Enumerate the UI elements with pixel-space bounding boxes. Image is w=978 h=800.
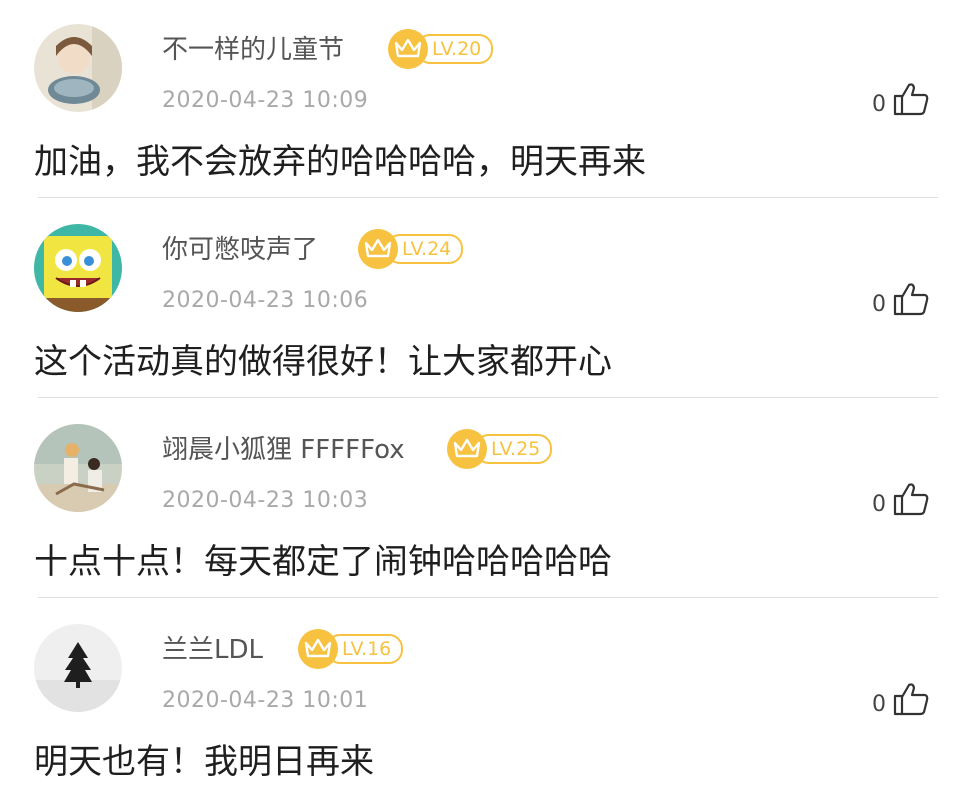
timestamp: 2020-04-23 10:06 <box>162 288 369 313</box>
comment-text: 十点十点！每天都定了闹钟哈哈哈哈哈 <box>34 542 612 582</box>
divider <box>38 597 938 598</box>
like-button[interactable]: 0 <box>872 478 930 518</box>
like-button[interactable]: 0 <box>872 78 930 118</box>
username[interactable]: 翊晨小狐狸 FFFFFox <box>162 432 405 468</box>
comment-text: 加油，我不会放弃的哈哈哈哈，明天再来 <box>34 142 646 182</box>
thumbs-up-icon <box>893 283 929 316</box>
divider <box>38 397 938 398</box>
like-count: 0 <box>872 292 886 317</box>
thumbs-up-icon <box>893 483 929 516</box>
like-count: 0 <box>872 492 886 517</box>
comment-text: 这个活动真的做得很好！让大家都开心 <box>34 342 612 382</box>
thumbs-up-icon <box>893 83 929 116</box>
username[interactable]: 兰兰LDL <box>162 632 263 668</box>
timestamp: 2020-04-23 10:01 <box>162 688 369 713</box>
level-badge: LV.24 <box>358 229 464 269</box>
avatar[interactable] <box>34 224 122 312</box>
comment-item: 你可憋吱声了 LV.24 2020-04-23 10:06 0 这个活动真的做得… <box>0 200 978 400</box>
username[interactable]: 不一样的儿童节 <box>162 32 344 68</box>
level-badge: LV.25 <box>447 429 553 469</box>
avatar[interactable] <box>34 624 122 712</box>
crown-icon <box>388 29 428 69</box>
divider <box>38 197 938 198</box>
crown-icon <box>447 429 487 469</box>
crown-icon <box>358 229 398 269</box>
thumbs-up-icon <box>893 683 929 716</box>
comment-text: 明天也有！我明日再来 <box>34 742 374 782</box>
like-count: 0 <box>872 692 886 717</box>
avatar[interactable] <box>34 24 122 112</box>
level-badge: LV.16 <box>298 629 404 669</box>
timestamp: 2020-04-23 10:09 <box>162 88 369 113</box>
comment-item: 翊晨小狐狸 FFFFFox LV.25 2020-04-23 10:03 0 十… <box>0 400 978 600</box>
level-badge: LV.20 <box>388 29 494 69</box>
avatar[interactable] <box>34 424 122 512</box>
like-button[interactable]: 0 <box>872 678 930 718</box>
timestamp: 2020-04-23 10:03 <box>162 488 369 513</box>
like-count: 0 <box>872 92 886 117</box>
comment-item: 不一样的儿童节 LV.20 2020-04-23 10:09 0 加油，我不会放… <box>0 0 978 200</box>
crown-icon <box>298 629 338 669</box>
comment-item: 兰兰LDL LV.16 2020-04-23 10:01 0 明天也有！我明日再… <box>0 600 978 800</box>
username[interactable]: 你可憋吱声了 <box>162 232 318 268</box>
like-button[interactable]: 0 <box>872 278 930 318</box>
